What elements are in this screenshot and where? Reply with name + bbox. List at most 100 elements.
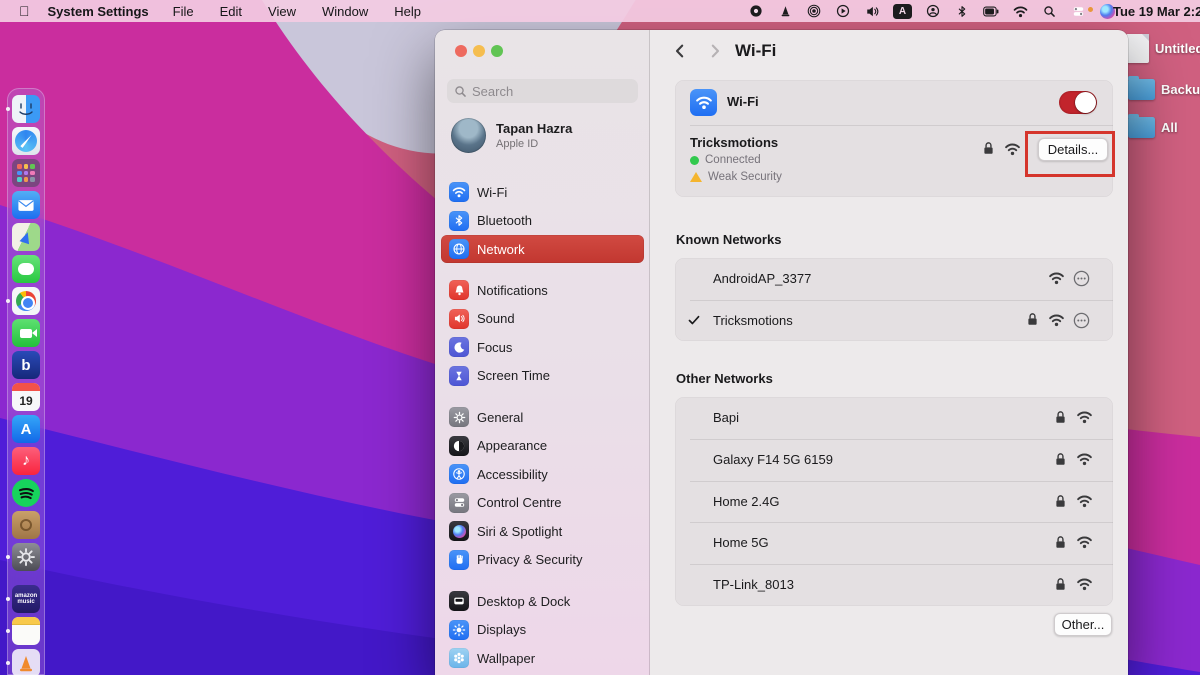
known-networks-card: AndroidAP_3377 Tricksmotions bbox=[675, 258, 1113, 341]
network-row-galaxy[interactable]: Galaxy F14 5G 6159 bbox=[675, 439, 1113, 481]
network-row-bapi[interactable]: Bapi bbox=[675, 397, 1113, 439]
volume-status-icon[interactable] bbox=[864, 3, 880, 19]
amazon-music-dock-icon[interactable]: amazonmusic bbox=[12, 585, 40, 613]
search-input[interactable] bbox=[472, 84, 622, 99]
maps-dock-icon[interactable] bbox=[12, 223, 40, 251]
menubar-clock[interactable]: Tue 19 Mar 2:2 bbox=[1113, 0, 1200, 22]
account-subtitle: Apple ID bbox=[496, 138, 572, 150]
bluetooth-status-icon[interactable] bbox=[954, 3, 970, 19]
account-name: Tapan Hazra bbox=[496, 121, 572, 136]
sidebar-item-siri-spotlight[interactable]: Siri & Spotlight bbox=[441, 517, 644, 545]
menu-file[interactable]: File bbox=[173, 4, 194, 19]
spotify-dock-icon[interactable] bbox=[12, 479, 40, 507]
sidebar-item-displays[interactable]: Displays bbox=[441, 616, 644, 644]
sidebar-item-desktop-dock[interactable]: Desktop & Dock bbox=[441, 587, 644, 615]
wifi-status-icon[interactable] bbox=[1012, 3, 1028, 19]
wifi-signal-icon bbox=[1076, 410, 1093, 424]
desktop-file-untitled[interactable]: Untitled bbox=[1126, 34, 1200, 63]
zoom-window-button[interactable] bbox=[491, 45, 503, 57]
sidebar-item-general[interactable]: General bbox=[441, 403, 644, 431]
bluetooth-icon bbox=[449, 211, 469, 231]
forward-button[interactable] bbox=[707, 43, 723, 59]
facetime-dock-icon[interactable] bbox=[12, 319, 40, 347]
minimize-window-button[interactable] bbox=[473, 45, 485, 57]
sidebar-item-screen-time[interactable]: Screen Time bbox=[441, 362, 644, 390]
input-source-icon[interactable]: A bbox=[893, 4, 912, 19]
more-options-icon[interactable] bbox=[1073, 270, 1090, 287]
music-dock-icon[interactable]: ♪ bbox=[12, 447, 40, 475]
sidebar-item-notifications[interactable]: Notifications bbox=[441, 276, 644, 304]
bluemail-letter: b bbox=[21, 357, 30, 374]
sidebar-item-focus[interactable]: Focus bbox=[441, 333, 644, 361]
play-status-icon[interactable] bbox=[835, 3, 851, 19]
wifi-card: Wi-Fi Tricksmotions Connected Weak Secur… bbox=[675, 80, 1113, 197]
record-status-icon[interactable] bbox=[748, 3, 764, 19]
music-label: music bbox=[17, 599, 34, 605]
sidebar-item-network[interactable]: Network bbox=[441, 235, 644, 263]
sidebar-item-appearance[interactable]: Appearance bbox=[441, 432, 644, 460]
notes-header-bar bbox=[12, 617, 40, 625]
sidebar-item-control-centre[interactable]: Control Centre bbox=[441, 489, 644, 517]
sidebar-item-accessibility[interactable]: Accessibility bbox=[441, 460, 644, 488]
menu-edit[interactable]: Edit bbox=[220, 4, 242, 19]
messages-dock-icon[interactable] bbox=[12, 255, 40, 283]
document-icon bbox=[1126, 34, 1149, 63]
sidebar-item-wifi[interactable]: Wi-Fi bbox=[441, 178, 644, 206]
sidebar-item-sound[interactable]: Sound bbox=[441, 305, 644, 333]
contrast-icon bbox=[449, 436, 469, 456]
wifi-icon bbox=[690, 89, 717, 116]
finder-dock-icon[interactable] bbox=[12, 95, 40, 123]
more-options-icon[interactable] bbox=[1073, 312, 1090, 329]
screen-mirroring-icon[interactable] bbox=[806, 3, 822, 19]
notes-dock-icon[interactable] bbox=[12, 617, 40, 645]
vlc-status-icon[interactable] bbox=[777, 3, 793, 19]
app-store-dock-icon[interactable]: A bbox=[12, 415, 40, 443]
hand-icon bbox=[449, 550, 469, 570]
location-arrow-icon bbox=[20, 230, 33, 244]
lock-icon bbox=[1053, 410, 1068, 425]
network-row-tricksmotions[interactable]: Tricksmotions bbox=[675, 300, 1113, 342]
network-row-home5g[interactable]: Home 5G bbox=[675, 522, 1113, 564]
sidebar-item-privacy-security[interactable]: Privacy & Security bbox=[441, 546, 644, 574]
control-centre-icon[interactable] bbox=[1070, 3, 1086, 19]
menu-view[interactable]: View bbox=[268, 4, 296, 19]
user-account-icon[interactable] bbox=[925, 3, 941, 19]
other-networks-button[interactable]: Other... bbox=[1054, 613, 1112, 636]
vlc-dock-icon[interactable] bbox=[12, 649, 40, 675]
brown-app-dock-icon[interactable] bbox=[12, 511, 40, 539]
network-row-tplink[interactable]: TP-Link_8013 bbox=[675, 564, 1113, 606]
wifi-signal-icon bbox=[1076, 494, 1093, 508]
back-button[interactable] bbox=[672, 43, 688, 59]
apple-id-row[interactable]: Tapan Hazra Apple ID bbox=[451, 118, 572, 153]
sidebar-item-wallpaper[interactable]: Wallpaper bbox=[441, 644, 644, 672]
safari-dock-icon[interactable] bbox=[12, 127, 40, 155]
battery-status-icon[interactable] bbox=[983, 3, 999, 19]
apple-menu-icon[interactable]:  bbox=[19, 3, 30, 19]
menu-window[interactable]: Window bbox=[322, 4, 368, 19]
row-divider bbox=[690, 125, 1113, 126]
wifi-toggle[interactable] bbox=[1059, 91, 1097, 114]
ring-icon bbox=[20, 519, 32, 531]
desktop-folder-all[interactable]: All bbox=[1128, 117, 1178, 138]
menubar-app-name[interactable]: System Settings bbox=[48, 4, 149, 19]
sidebar-search-field[interactable] bbox=[447, 79, 638, 103]
system-settings-dock-icon[interactable] bbox=[12, 543, 40, 571]
folder-icon bbox=[1128, 117, 1155, 138]
chrome-dock-icon[interactable] bbox=[12, 287, 40, 315]
globe-icon bbox=[449, 239, 469, 259]
wifi-signal-icon bbox=[1076, 535, 1093, 549]
calendar-dock-icon[interactable]: 19 bbox=[12, 383, 40, 411]
warning-triangle-icon bbox=[690, 172, 702, 182]
close-window-button[interactable] bbox=[455, 45, 467, 57]
wifi-signal-icon bbox=[1076, 577, 1093, 591]
network-row-home24g[interactable]: Home 2.4G bbox=[675, 481, 1113, 523]
menu-help[interactable]: Help bbox=[394, 4, 421, 19]
mail-dock-icon[interactable] bbox=[12, 191, 40, 219]
sidebar-item-bluetooth[interactable]: Bluetooth bbox=[441, 207, 644, 235]
desktop-folder-backup[interactable]: Backup bbox=[1128, 79, 1200, 100]
spotlight-search-icon[interactable] bbox=[1041, 3, 1057, 19]
network-row-androidap[interactable]: AndroidAP_3377 bbox=[675, 258, 1113, 300]
speaker-icon bbox=[449, 309, 469, 329]
launchpad-dock-icon[interactable] bbox=[12, 159, 40, 187]
bluemail-dock-icon[interactable]: b bbox=[12, 351, 40, 379]
